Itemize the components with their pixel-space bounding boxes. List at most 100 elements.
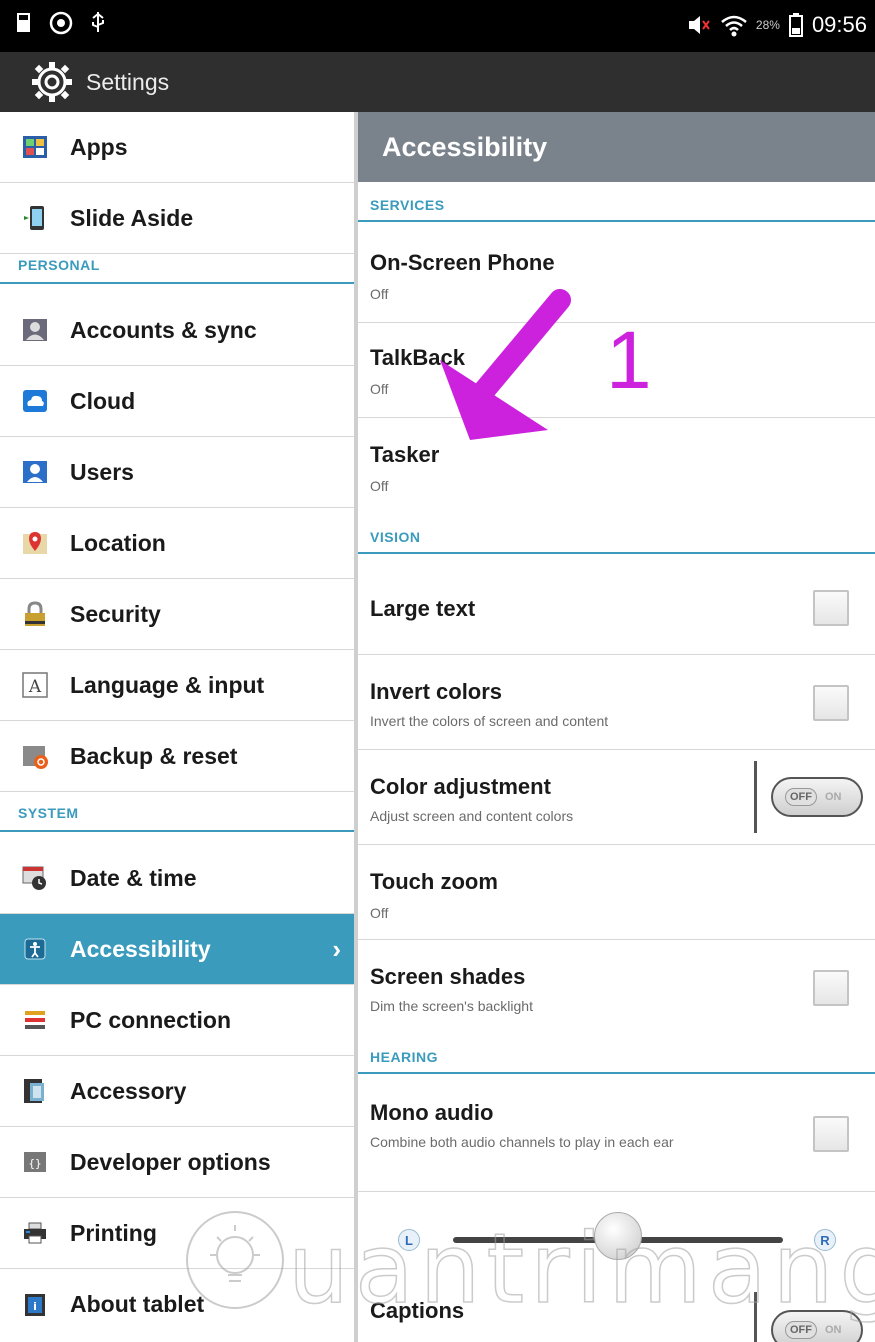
accessory-icon: [20, 1076, 50, 1106]
setting-title: Color adjustment: [370, 774, 551, 799]
mono-audio-checkbox[interactable]: [813, 1116, 849, 1152]
svg-text:A: A: [28, 677, 42, 697]
sidebar-item-location[interactable]: Location: [0, 508, 355, 579]
toggle-separator: [754, 761, 757, 833]
slide-aside-icon: [20, 203, 50, 233]
settings-sidebar: Apps Slide Aside PERSONAL Accounts & syn…: [0, 112, 355, 1342]
developer-icon: {}: [20, 1147, 50, 1177]
calendar-icon: [20, 863, 50, 893]
setting-talkback[interactable]: TalkBack Off: [358, 323, 875, 418]
sidebar-item-pc-connection[interactable]: PC connection: [0, 985, 355, 1056]
setting-color-adjustment[interactable]: Color adjustment Adjust screen and conte…: [358, 750, 875, 845]
sidebar-item-accounts-sync[interactable]: Accounts & sync: [0, 295, 355, 366]
sidebar-item-accessory[interactable]: Accessory: [0, 1056, 355, 1127]
color-adjustment-switch[interactable]: OFF ON: [771, 777, 863, 817]
setting-title: On-Screen Phone: [370, 250, 555, 275]
status-bar: 28% 09:56: [0, 0, 875, 52]
section-header-system: SYSTEM: [0, 802, 355, 832]
setting-summary: Off: [370, 478, 389, 494]
detail-header: Accessibility: [358, 112, 875, 182]
sidebar-item-slide-aside[interactable]: Slide Aside: [0, 183, 355, 254]
large-text-checkbox[interactable]: [813, 590, 849, 626]
sidebar-item-label: Printing: [70, 1219, 157, 1246]
sidebar-item-label: Security: [70, 600, 161, 627]
setting-title: Tasker: [370, 442, 440, 467]
battery-percent: 28%: [755, 18, 780, 32]
invert-colors-checkbox[interactable]: [813, 685, 849, 721]
setting-tasker[interactable]: Tasker Off: [358, 418, 875, 512]
sidebar-item-label: About tablet: [70, 1291, 205, 1317]
setting-summary: Invert the colors of screen and content: [370, 713, 609, 729]
about-icon: i: [20, 1290, 50, 1320]
setting-touch-zoom[interactable]: Touch zoom Off: [358, 845, 875, 940]
location-icon: [20, 528, 50, 558]
setting-summary: Off: [370, 905, 389, 921]
captions-switch[interactable]: OFF ON: [771, 1310, 863, 1342]
sidebar-item-label: Slide Aside: [70, 204, 194, 231]
setting-title: TalkBack: [370, 345, 465, 370]
usb-icon: [92, 12, 104, 32]
backup-icon: [20, 741, 50, 771]
sidebar-item-label: Apps: [70, 133, 128, 160]
sidebar-item-apps[interactable]: Apps: [0, 112, 355, 183]
clock: 09:56: [811, 12, 867, 37]
sidebar-item-label: PC connection: [70, 1006, 232, 1033]
sidebar-item-accessibility[interactable]: Accessibility ›: [0, 914, 355, 985]
setting-mono-audio[interactable]: Mono audio Combine both audio channels t…: [358, 1080, 875, 1192]
balance-left-label: L: [398, 1229, 420, 1251]
apps-icon: [20, 132, 50, 162]
setting-captions[interactable]: Captions OFF ON: [358, 1280, 875, 1342]
sd-card-icon: [17, 13, 30, 32]
sidebar-item-backup-reset[interactable]: Backup & reset: [0, 721, 355, 792]
whatsapp-icon: [49, 11, 73, 35]
sidebar-item-label: Language & input: [70, 671, 265, 698]
sidebar-item-cloud[interactable]: Cloud: [0, 366, 355, 437]
setting-on-screen-phone[interactable]: On-Screen Phone Off: [358, 228, 875, 323]
language-icon: A: [20, 670, 50, 700]
sidebar-item-about-tablet[interactable]: i About tablet: [0, 1269, 355, 1340]
section-header-services: SERVICES: [358, 192, 875, 222]
sidebar-item-label: Location: [70, 529, 166, 556]
sidebar-item-label: Date & time: [70, 864, 197, 891]
settings-gear-icon[interactable]: [30, 60, 74, 104]
volume-muted-icon: [688, 16, 710, 34]
accessibility-panel: Accessibility SERVICES On-Screen Phone O…: [358, 112, 875, 1342]
screen-shades-checkbox[interactable]: [813, 970, 849, 1006]
section-header-personal: PERSONAL: [0, 254, 355, 284]
sidebar-item-date-time[interactable]: Date & time: [0, 843, 355, 914]
svg-text:i: i: [33, 1300, 37, 1313]
toggle-separator: [754, 1292, 757, 1342]
setting-screen-shades[interactable]: Screen shades Dim the screen's backlight: [358, 940, 875, 1034]
setting-title: Large text: [370, 596, 476, 621]
setting-title: Mono audio: [370, 1100, 494, 1125]
setting-summary: Combine both audio channels to play in e…: [370, 1134, 674, 1150]
sidebar-item-printing[interactable]: Printing: [0, 1198, 355, 1269]
sidebar-item-users[interactable]: Users: [0, 437, 355, 508]
action-bar-title: Settings: [86, 68, 170, 95]
svg-text:{}: {}: [28, 1157, 41, 1170]
setting-large-text[interactable]: Large text: [358, 560, 875, 655]
setting-title: Touch zoom: [370, 869, 498, 894]
setting-invert-colors[interactable]: Invert colors Invert the colors of scree…: [358, 655, 875, 750]
sidebar-item-label: Accounts & sync: [70, 316, 257, 343]
balance-slider-thumb[interactable]: [594, 1212, 642, 1260]
accessibility-icon: [20, 934, 50, 964]
printer-icon: [20, 1218, 50, 1248]
users-icon: [20, 457, 50, 487]
page-title: Accessibility: [382, 132, 548, 162]
pc-connection-icon: [20, 1005, 50, 1035]
setting-title: Screen shades: [370, 964, 526, 989]
setting-title: Invert colors: [370, 679, 503, 704]
wifi-icon: [721, 15, 747, 37]
setting-title: Captions: [370, 1298, 465, 1323]
section-header-hearing: HEARING: [358, 1044, 875, 1074]
lock-icon: [20, 599, 50, 629]
setting-summary: Off: [370, 381, 389, 397]
sidebar-item-language-input[interactable]: A Language & input: [0, 650, 355, 721]
sidebar-item-label: Accessibility: [70, 935, 211, 962]
sidebar-item-security[interactable]: Security: [0, 579, 355, 650]
sidebar-item-label: Cloud: [70, 387, 136, 414]
setting-summary: Adjust screen and content colors: [370, 808, 574, 824]
battery-icon: [788, 13, 803, 37]
sidebar-item-developer-options[interactable]: {} Developer options: [0, 1127, 355, 1198]
